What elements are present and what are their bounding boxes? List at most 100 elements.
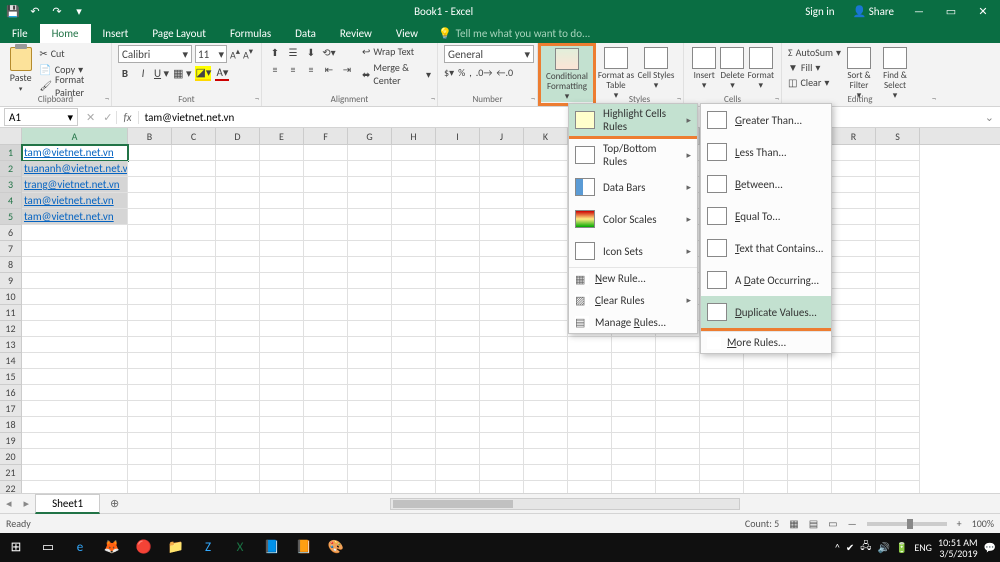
- paste-button[interactable]: Paste▾: [6, 45, 35, 93]
- cell[interactable]: [568, 481, 612, 493]
- cell[interactable]: [568, 337, 612, 353]
- cell[interactable]: [876, 353, 920, 369]
- cell[interactable]: [876, 289, 920, 305]
- cell-styles-button[interactable]: Cell Styles ▾: [636, 45, 676, 91]
- tab-page-layout[interactable]: Page Layout: [140, 24, 218, 43]
- edge-icon[interactable]: e: [68, 537, 92, 559]
- sign-in-link[interactable]: Sign in: [805, 5, 834, 18]
- format-painter-button[interactable]: 🖌Format Painter: [39, 78, 105, 93]
- font-size-select[interactable]: 11▾: [195, 45, 227, 63]
- cell[interactable]: [22, 305, 128, 321]
- cell[interactable]: [216, 209, 260, 225]
- align-middle-icon[interactable]: ☰: [286, 45, 300, 59]
- percent-button[interactable]: %: [458, 66, 465, 79]
- cell[interactable]: [524, 321, 568, 337]
- cell[interactable]: [832, 417, 876, 433]
- cell[interactable]: [744, 449, 788, 465]
- cell[interactable]: [876, 481, 920, 493]
- menu-new-rule[interactable]: ▦New Rule...: [569, 267, 697, 289]
- cell[interactable]: [392, 193, 436, 209]
- indent-dec-icon[interactable]: ⇤: [322, 62, 336, 76]
- cell[interactable]: [656, 353, 700, 369]
- share-button[interactable]: 👤 Share: [853, 5, 894, 18]
- col-header-D[interactable]: D: [216, 128, 260, 144]
- zoom-in-icon[interactable]: +: [957, 517, 962, 530]
- cell[interactable]: [480, 417, 524, 433]
- cell[interactable]: [392, 305, 436, 321]
- menu-highlight-cells-rules[interactable]: Highlight Cells Rules▸: [569, 104, 697, 136]
- cell[interactable]: [480, 177, 524, 193]
- cell[interactable]: [260, 257, 304, 273]
- cell[interactable]: [128, 305, 172, 321]
- cell[interactable]: [172, 241, 216, 257]
- cell[interactable]: [128, 481, 172, 493]
- cell[interactable]: [392, 257, 436, 273]
- cell[interactable]: [788, 369, 832, 385]
- cell[interactable]: [480, 321, 524, 337]
- cell[interactable]: [172, 305, 216, 321]
- cell[interactable]: [832, 401, 876, 417]
- row-header-6[interactable]: 6: [0, 225, 22, 241]
- cell[interactable]: [22, 273, 128, 289]
- cell[interactable]: [260, 465, 304, 481]
- cell[interactable]: [436, 465, 480, 481]
- cell[interactable]: [22, 369, 128, 385]
- cell[interactable]: [436, 337, 480, 353]
- cell[interactable]: [832, 337, 876, 353]
- worksheet-grid[interactable]: A B C D E F G H I J K L M N O P Q R S 1t…: [0, 128, 1000, 493]
- cell[interactable]: [260, 369, 304, 385]
- cell[interactable]: [128, 145, 172, 161]
- cut-button[interactable]: ✂Cut: [39, 46, 105, 61]
- comma-button[interactable]: ,: [469, 66, 472, 79]
- cell[interactable]: [392, 145, 436, 161]
- cell[interactable]: [524, 161, 568, 177]
- tell-me-box[interactable]: 💡Tell me what you want to do...: [430, 24, 598, 43]
- cell[interactable]: [260, 417, 304, 433]
- cell[interactable]: [480, 433, 524, 449]
- cell[interactable]: [656, 401, 700, 417]
- cell[interactable]: [260, 193, 304, 209]
- cell[interactable]: [524, 417, 568, 433]
- cell[interactable]: [480, 193, 524, 209]
- tab-view[interactable]: View: [384, 24, 430, 43]
- cell[interactable]: [172, 481, 216, 493]
- cell[interactable]: [392, 241, 436, 257]
- cell[interactable]: [260, 145, 304, 161]
- cell[interactable]: [304, 417, 348, 433]
- cell[interactable]: [612, 433, 656, 449]
- find-select-button[interactable]: Find & Select▾: [877, 45, 913, 101]
- cell[interactable]: [348, 225, 392, 241]
- cell[interactable]: [348, 161, 392, 177]
- sort-filter-button[interactable]: Sort & Filter▾: [841, 45, 877, 101]
- cell[interactable]: [260, 337, 304, 353]
- cell[interactable]: [128, 385, 172, 401]
- cell[interactable]: [216, 433, 260, 449]
- redo-icon[interactable]: ↷: [50, 4, 64, 18]
- cell[interactable]: [832, 353, 876, 369]
- cell[interactable]: [788, 401, 832, 417]
- cell[interactable]: [568, 369, 612, 385]
- cell[interactable]: [612, 401, 656, 417]
- tab-insert[interactable]: Insert: [91, 24, 141, 43]
- row-header-20[interactable]: 20: [0, 449, 22, 465]
- cell[interactable]: [172, 337, 216, 353]
- cell[interactable]: [216, 145, 260, 161]
- cell[interactable]: [172, 161, 216, 177]
- col-header-R[interactable]: R: [832, 128, 876, 144]
- cell[interactable]: [128, 209, 172, 225]
- cell[interactable]: [128, 161, 172, 177]
- cell[interactable]: [392, 209, 436, 225]
- inc-decimal-button[interactable]: .0→: [476, 66, 493, 79]
- row-header-5[interactable]: 5: [0, 209, 22, 225]
- cell[interactable]: [656, 337, 700, 353]
- cell[interactable]: [744, 401, 788, 417]
- cell[interactable]: [304, 145, 348, 161]
- cell[interactable]: [128, 337, 172, 353]
- cell[interactable]: [700, 353, 744, 369]
- cell[interactable]: [744, 465, 788, 481]
- cell[interactable]: [260, 241, 304, 257]
- cancel-icon[interactable]: ✕: [82, 111, 99, 124]
- cell[interactable]: [876, 257, 920, 273]
- explorer-icon[interactable]: 📁: [164, 537, 188, 559]
- cell[interactable]: [436, 369, 480, 385]
